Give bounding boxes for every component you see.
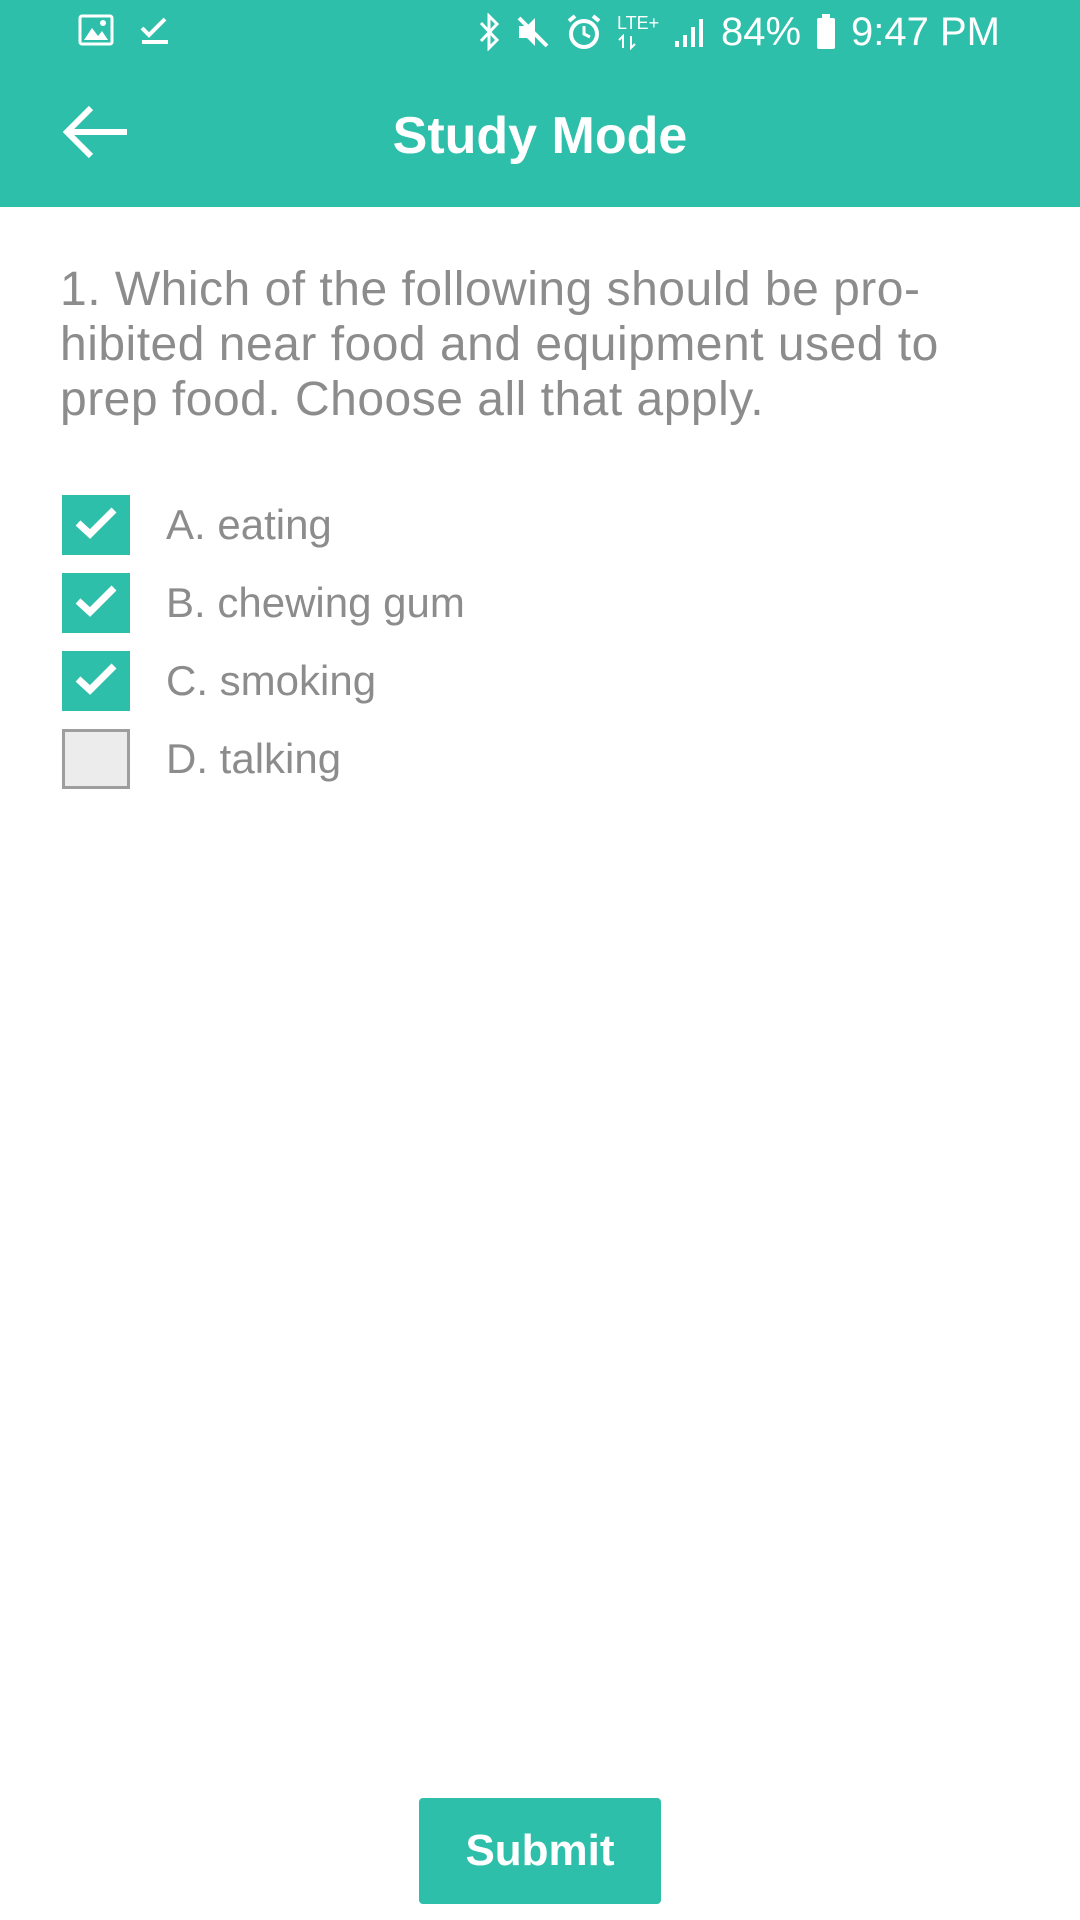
- answer-options: A. eating B. chewing gum C. smoking D. t…: [62, 486, 465, 798]
- status-left: [78, 14, 170, 46]
- lte-label: LTE+: [616, 13, 660, 33]
- option-c-checkbox[interactable]: [62, 651, 130, 711]
- option-c[interactable]: C. smoking: [62, 642, 465, 720]
- question-text: 1. Which of the following should be pro-…: [60, 263, 939, 426]
- clock: 9:47 PM: [851, 10, 1000, 54]
- option-b[interactable]: B. chewing gum: [62, 564, 465, 642]
- page-title: Study Mode: [392, 107, 688, 165]
- battery-icon: [815, 13, 837, 51]
- status-bar: LTE+ 84% 9:47 PM: [0, 0, 1080, 64]
- battery-percent: 84%: [720, 10, 802, 54]
- bluetooth-icon: [477, 13, 501, 51]
- checkmark-icon: [74, 506, 118, 545]
- option-a-label: A. eating: [166, 501, 332, 548]
- submit-button[interactable]: Submit: [419, 1798, 661, 1904]
- option-a[interactable]: A. eating: [62, 486, 465, 564]
- option-d-label: D. talking: [166, 735, 342, 782]
- option-b-checkbox[interactable]: [62, 573, 130, 633]
- option-b-label: B. chewing gum: [166, 579, 465, 626]
- option-a-checkbox[interactable]: [62, 495, 130, 555]
- mute-icon: [515, 14, 551, 50]
- submit-label: Submit: [465, 1826, 615, 1875]
- app-bar: Study Mode: [0, 64, 1080, 207]
- status-right: LTE+ 84% 9:47 PM: [477, 8, 1000, 56]
- option-c-label: C. smoking: [166, 657, 377, 704]
- lte-icon: LTE+: [617, 12, 659, 52]
- image-icon: [78, 14, 114, 46]
- alarm-icon: [565, 13, 603, 51]
- checkmark-icon: [74, 662, 118, 701]
- option-d-checkbox[interactable]: [62, 729, 130, 789]
- download-done-icon: [138, 14, 170, 46]
- option-d[interactable]: D. talking: [62, 720, 465, 798]
- checkmark-icon: [74, 584, 118, 623]
- signal-icon: [673, 15, 707, 49]
